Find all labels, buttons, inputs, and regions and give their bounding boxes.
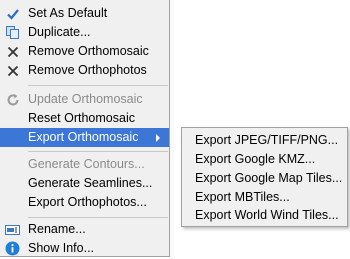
duplicate-icon <box>4 24 21 41</box>
menu-item-label: Export Orthophotos... <box>28 195 147 209</box>
menu-separator <box>28 151 168 152</box>
submenu-item-label: Export JPEG/TIFF/PNG... <box>195 133 339 147</box>
submenu-arrow-icon <box>156 134 160 142</box>
menu-item-label: Generate Contours... <box>28 157 145 171</box>
rename-icon <box>4 221 21 238</box>
menu-separator <box>28 217 168 218</box>
menu-item-label: Export Orthomosaic <box>28 130 139 144</box>
menu-item-reset-orthomosaic[interactable]: Reset Orthomosaic <box>0 109 169 128</box>
menu-item-label: Rename... <box>28 222 86 236</box>
menu-item-label: Generate Seamlines... <box>28 176 153 190</box>
menu-item-generate-seamlines[interactable]: Generate Seamlines... <box>0 174 169 193</box>
menu-item-remove-orthomosaic[interactable]: Remove Orthomosaic <box>0 42 169 61</box>
menu-item-remove-orthophotos[interactable]: Remove Orthophotos <box>0 61 169 80</box>
remove-icon <box>4 62 21 79</box>
submenu-item-export-jpeg-tiff-png[interactable]: Export JPEG/TIFF/PNG... <box>182 131 347 150</box>
menu-item-label: Remove Orthomosaic <box>28 44 149 58</box>
submenu-item-label: Export World Wind Tiles... <box>195 208 339 222</box>
submenu-item-export-mbtiles[interactable]: Export MBTiles... <box>182 188 347 207</box>
menu-item-generate-contours[interactable]: Generate Contours... <box>0 155 169 174</box>
context-menu: Set As Default Duplicate... Remove Ortho… <box>0 0 170 257</box>
submenu-item-export-google-kmz[interactable]: Export Google KMZ... <box>182 150 347 169</box>
submenu-item-label: Export Google Map Tiles... <box>195 171 343 185</box>
menu-item-label: Remove Orthophotos <box>28 63 147 77</box>
submenu-item-export-google-map-tiles[interactable]: Export Google Map Tiles... <box>182 169 347 188</box>
menu-item-export-orthophotos[interactable]: Export Orthophotos... <box>0 193 169 212</box>
menu-item-label: Set As Default <box>28 6 108 20</box>
menu-item-label: Reset Orthomosaic <box>28 111 135 125</box>
submenu-item-label: Export MBTiles... <box>195 190 290 204</box>
info-icon <box>4 240 21 257</box>
refresh-icon <box>4 91 21 108</box>
menu-separator <box>28 85 168 86</box>
background-strip <box>170 0 174 259</box>
menu-item-label: Duplicate... <box>28 25 91 39</box>
menu-item-label: Update Orthomosaic <box>28 92 143 106</box>
export-orthomosaic-submenu: Export JPEG/TIFF/PNG... Export Google KM… <box>181 127 348 227</box>
menu-item-label: Show Info... <box>28 241 95 255</box>
check-icon <box>4 5 21 22</box>
menu-item-export-orthomosaic[interactable]: Export Orthomosaic <box>0 128 169 147</box>
remove-icon <box>4 43 21 60</box>
submenu-item-label: Export Google KMZ... <box>195 152 316 166</box>
menu-item-rename[interactable]: Rename... <box>0 220 169 239</box>
menu-item-show-info[interactable]: Show Info... <box>0 239 169 258</box>
menu-item-update-orthomosaic[interactable]: Update Orthomosaic <box>0 90 169 109</box>
submenu-item-export-world-wind-tiles[interactable]: Export World Wind Tiles... <box>182 206 347 225</box>
menu-item-set-as-default[interactable]: Set As Default <box>0 4 169 23</box>
menu-item-duplicate[interactable]: Duplicate... <box>0 23 169 42</box>
